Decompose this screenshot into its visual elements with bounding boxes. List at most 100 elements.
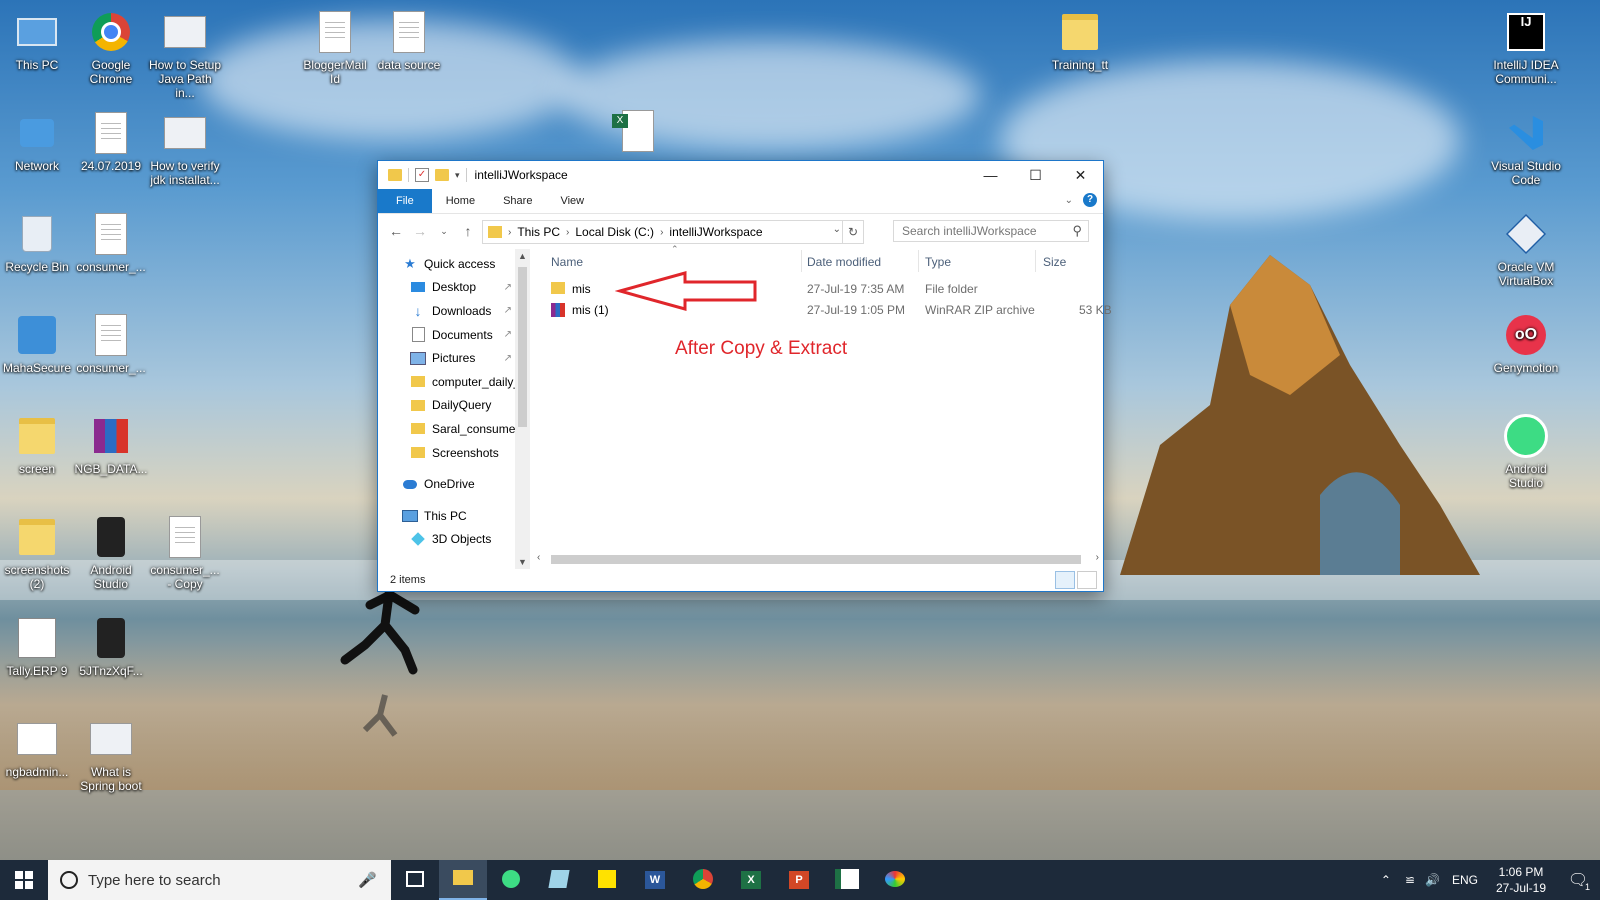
desktop-icon[interactable]: ngbadmin... xyxy=(0,717,74,779)
desktop-icon[interactable]: 24.07.2019 xyxy=(74,111,148,173)
nav-item[interactable]: OneDrive xyxy=(378,472,530,496)
desktop-icon[interactable]: 5JTnzXqF... xyxy=(74,616,148,678)
scrollbar-thumb[interactable] xyxy=(518,267,527,427)
minimize-button[interactable]: — xyxy=(968,161,1013,189)
recent-locations-button[interactable]: ⌄ xyxy=(432,226,456,237)
desktop-icon[interactable]: data source xyxy=(372,10,446,72)
clock[interactable]: 1:06 PM 27-Jul-19 xyxy=(1486,864,1556,896)
desktop-icon[interactable]: Google Chrome xyxy=(74,10,148,86)
nav-item[interactable]: computer_daily_ xyxy=(378,370,530,394)
maximize-button[interactable]: ☐ xyxy=(1013,161,1058,189)
search-input[interactable]: Search intelliJWorkspace ⚲ xyxy=(893,220,1089,242)
microphone-icon[interactable]: 🎤 xyxy=(358,871,377,889)
desktop-icon[interactable]: consumer_... - Copy xyxy=(148,515,222,591)
scroll-left-icon[interactable]: ‹ xyxy=(537,552,540,563)
desktop-icon[interactable]: consumer_... xyxy=(74,313,148,375)
desktop-icon[interactable]: Android Studio xyxy=(1489,414,1563,490)
new-folder-icon[interactable] xyxy=(435,169,449,181)
nav-item[interactable]: ★ Quick access xyxy=(378,252,530,276)
desktop-icon[interactable]: consumer_... xyxy=(74,212,148,274)
breadcrumb-current-folder[interactable]: intelliJWorkspace xyxy=(663,225,768,239)
taskbar-app[interactable] xyxy=(679,860,727,900)
nav-item[interactable]: 3D Objects xyxy=(378,528,530,552)
desktop-icon[interactable]: Oracle VM VirtualBox xyxy=(1489,212,1563,288)
help-icon[interactable]: ? xyxy=(1083,193,1097,207)
taskbar-app[interactable] xyxy=(487,860,535,900)
desktop-icon[interactable]: oO Genymotion xyxy=(1489,313,1563,375)
desktop-icon[interactable]: Training_tt xyxy=(1043,10,1117,72)
tab-view[interactable]: View xyxy=(546,189,598,213)
up-button[interactable]: ↑ xyxy=(456,223,480,239)
tab-home[interactable]: Home xyxy=(432,189,489,213)
column-name[interactable]: Name xyxy=(551,255,583,269)
refresh-icon[interactable]: ↻ xyxy=(842,221,863,243)
desktop-icon[interactable]: Android Studio xyxy=(74,515,148,591)
tab-share[interactable]: Share xyxy=(489,189,546,213)
scroll-right-icon[interactable]: › xyxy=(1096,552,1099,563)
language-indicator[interactable]: ENG xyxy=(1452,873,1478,887)
desktop-icon[interactable]: Network xyxy=(0,111,74,173)
taskbar-app[interactable] xyxy=(535,860,583,900)
start-button[interactable] xyxy=(0,860,48,900)
desktop-icon[interactable]: MahaSecure xyxy=(0,313,74,375)
back-button[interactable]: ← xyxy=(384,223,408,239)
desktop-icon[interactable]: IJ IntelliJ IDEA Communi... xyxy=(1489,10,1563,86)
taskbar-app[interactable]: W xyxy=(631,860,679,900)
desktop-icon[interactable]: How to Setup Java Path in... xyxy=(148,10,222,100)
nav-item[interactable]: Saral_consumer xyxy=(378,417,530,441)
action-center-button[interactable]: 🗨 1 xyxy=(1556,860,1600,900)
taskbar-app[interactable] xyxy=(871,860,919,900)
taskbar-app[interactable] xyxy=(439,860,487,900)
title-bar[interactable]: ✓ ▾ intelliJWorkspace — ☐ ✕ xyxy=(378,161,1103,189)
column-size[interactable]: Size xyxy=(1043,255,1066,269)
properties-icon[interactable]: ✓ xyxy=(415,168,429,182)
taskbar-app[interactable] xyxy=(583,860,631,900)
scrollbar-thumb[interactable] xyxy=(551,555,1081,564)
column-type[interactable]: Type xyxy=(925,255,951,269)
nav-item[interactable]: Documents ↗ xyxy=(378,323,530,347)
desktop-icon[interactable]: Visual Studio Code xyxy=(1489,111,1563,187)
volume-icon[interactable]: 🔊 xyxy=(1425,873,1440,887)
desktop-icon[interactable]: screen xyxy=(0,414,74,476)
taskbar-search-input[interactable]: Type here to search 🎤 xyxy=(48,860,391,900)
taskbar-app[interactable] xyxy=(823,860,871,900)
breadcrumb-local-disk[interactable]: Local Disk (C:) xyxy=(569,225,660,239)
desktop-icon[interactable]: Tally.ERP 9 xyxy=(0,616,74,678)
nav-pane-scrollbar[interactable]: ▲ ▼ xyxy=(515,249,530,569)
desktop-icon[interactable]: NGB_DATA... xyxy=(74,414,148,476)
scroll-up-icon[interactable]: ▲ xyxy=(515,251,530,261)
show-hidden-icons-icon[interactable]: ⌃ xyxy=(1381,873,1391,887)
desktop-icon[interactable]: How to verify jdk installat... xyxy=(148,111,222,187)
desktop-icon[interactable]: screenshots (2) xyxy=(0,515,74,591)
breadcrumb-this-pc[interactable]: This PC xyxy=(511,225,566,239)
nav-item[interactable]: Screenshots xyxy=(378,441,530,465)
expand-ribbon-icon[interactable]: ⌄ xyxy=(1065,195,1073,206)
taskbar-app[interactable]: X xyxy=(727,860,775,900)
nav-item[interactable]: DailyQuery xyxy=(378,394,530,418)
taskbar-app[interactable]: P xyxy=(775,860,823,900)
close-button[interactable]: ✕ xyxy=(1058,161,1103,189)
column-date-modified[interactable]: Date modified xyxy=(807,255,881,269)
nav-item[interactable]: ↓ Downloads ↗ xyxy=(378,299,530,323)
details-view-icon[interactable] xyxy=(1055,571,1075,589)
desktop-icon[interactable]: What is Spring boot xyxy=(74,717,148,793)
address-dropdown-icon[interactable]: ⌄ xyxy=(833,224,841,235)
scroll-down-icon[interactable]: ▼ xyxy=(515,557,530,567)
taskbar-app[interactable] xyxy=(391,860,439,900)
file-explorer-window[interactable]: ✓ ▾ intelliJWorkspace — ☐ ✕ File Home Sh… xyxy=(377,160,1112,592)
tab-file[interactable]: File xyxy=(378,189,432,213)
excel-file-icon[interactable]: X xyxy=(612,108,656,152)
nav-item[interactable]: Pictures ↗ xyxy=(378,346,530,370)
desktop-icon[interactable]: BloggerMail Id xyxy=(298,10,372,86)
desktop-icon[interactable]: This PC xyxy=(0,10,74,72)
horizontal-scrollbar[interactable]: ‹ › xyxy=(531,551,1103,568)
excel-file-icon xyxy=(835,868,859,892)
forward-button[interactable]: → xyxy=(408,223,432,239)
wifi-icon[interactable]: ≌ xyxy=(1405,873,1415,887)
large-icons-view-icon[interactable] xyxy=(1077,571,1097,589)
desktop-icon[interactable]: Recycle Bin xyxy=(0,212,74,274)
nav-item[interactable]: This PC xyxy=(378,504,530,528)
customize-toolbar-icon[interactable]: ▾ xyxy=(455,170,460,181)
nav-item[interactable]: Desktop ↗ xyxy=(378,276,530,300)
address-bar[interactable]: › This PC › Local Disk (C:) › intelliJWo… xyxy=(482,220,864,244)
